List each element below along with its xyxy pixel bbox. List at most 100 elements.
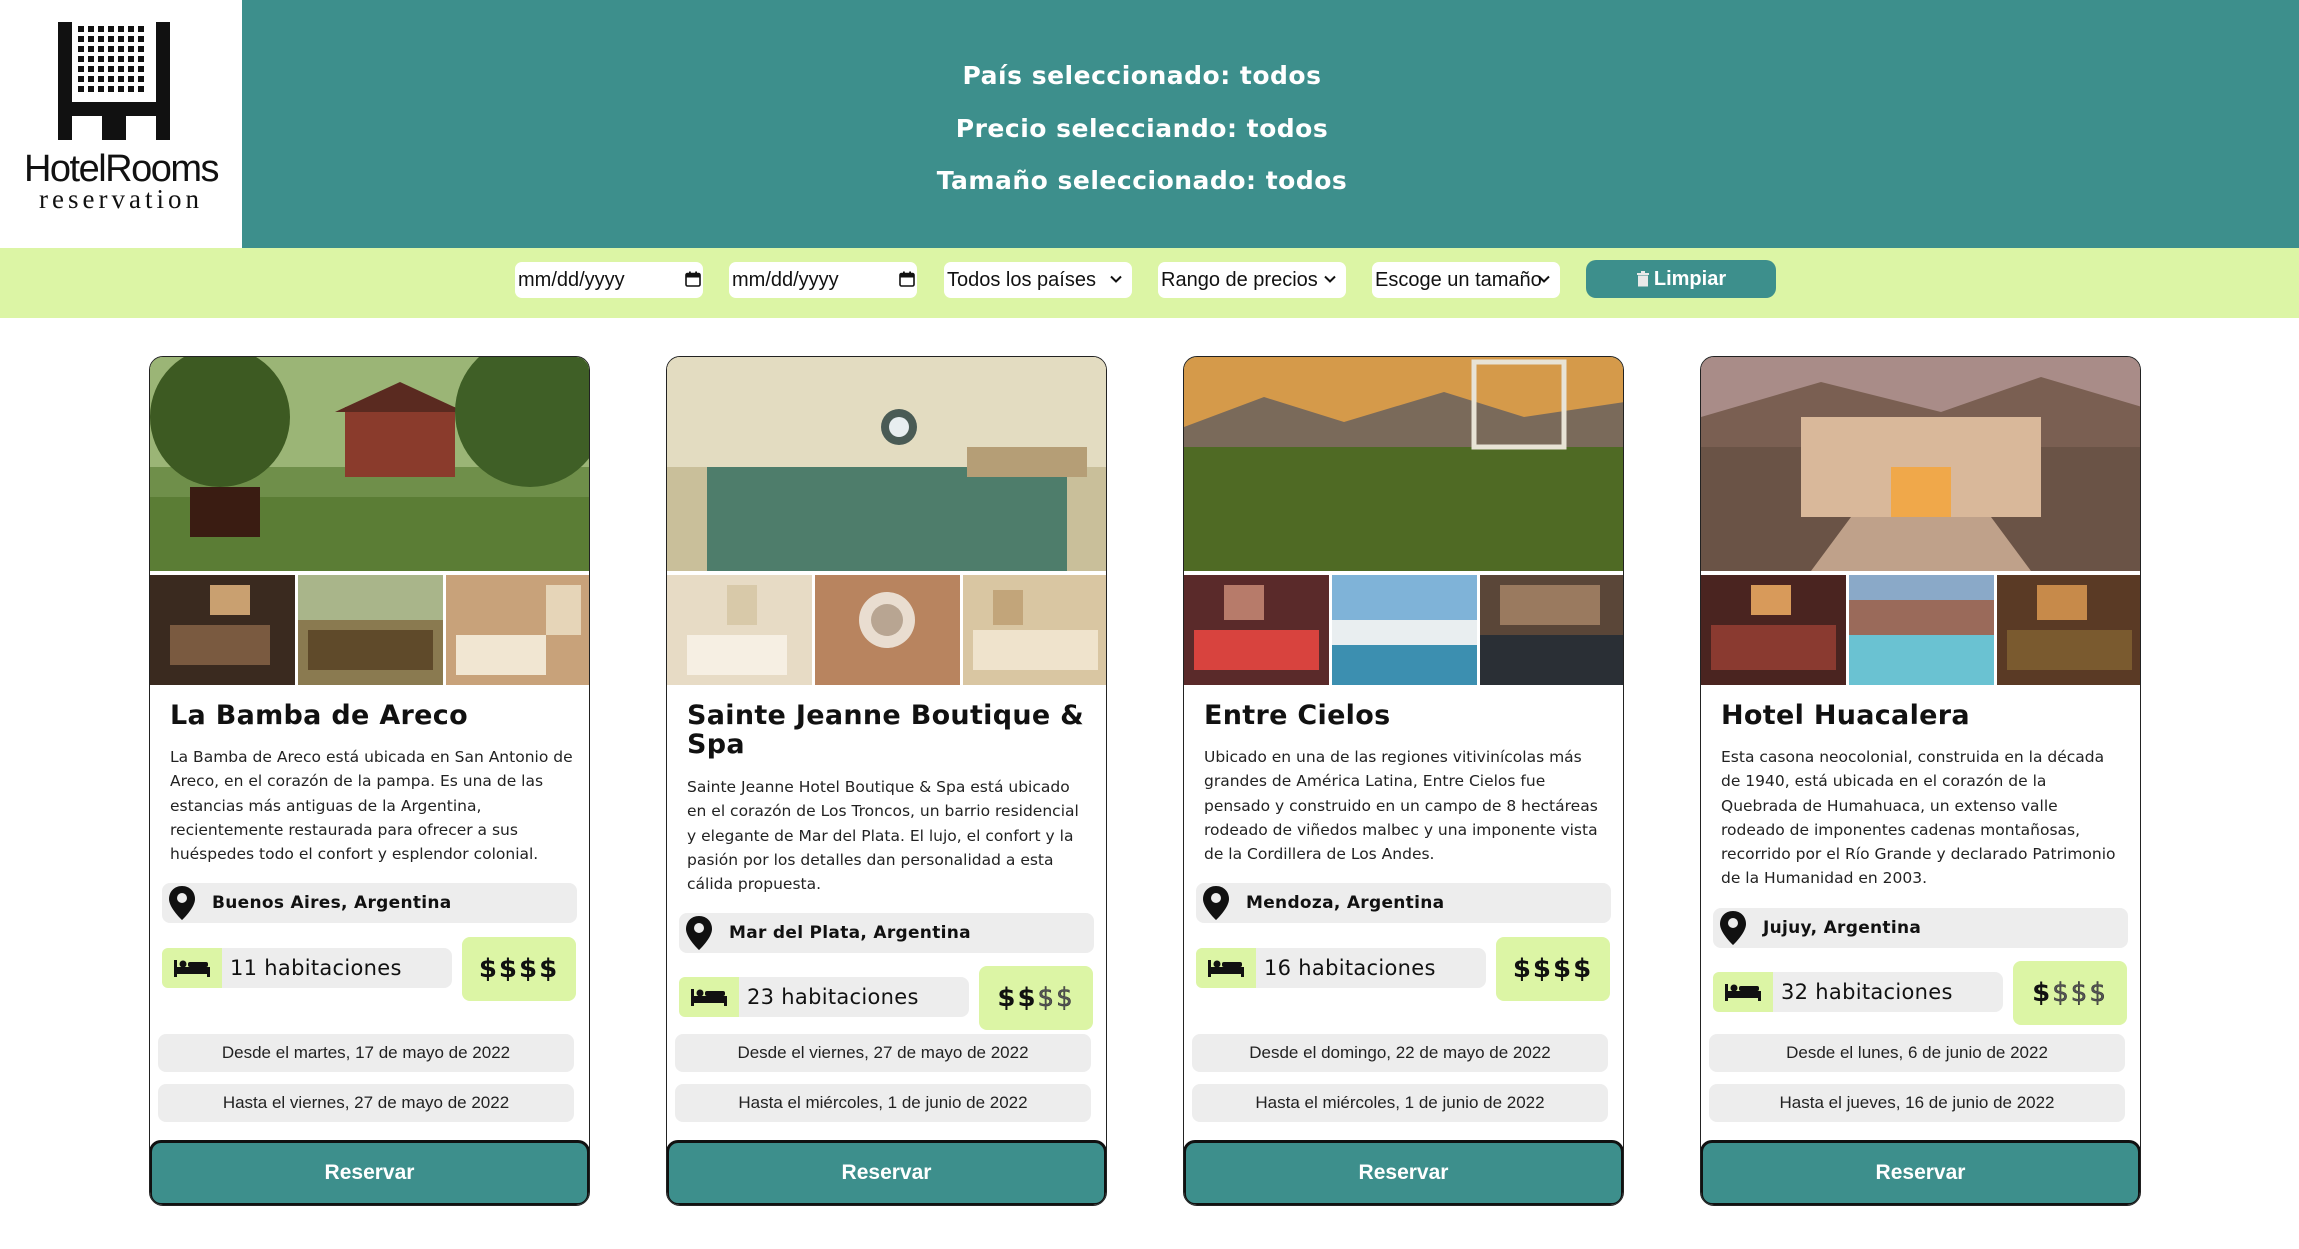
hotel-name: Hotel Huacalera [1721, 700, 1970, 731]
hotel-thumbnail[interactable] [667, 575, 812, 685]
hotel-thumbnail[interactable] [815, 575, 960, 685]
price-symbol-active: $ [1573, 954, 1594, 984]
hotel-thumbnail[interactable] [446, 575, 590, 685]
price-symbol-active: $ [498, 954, 519, 984]
date-to-placeholder: mm/dd/yyyy [732, 268, 839, 291]
bed-icon [679, 977, 739, 1017]
price-symbol-active: $ [539, 954, 560, 984]
rooms-count: 23 habitaciones [747, 985, 919, 1009]
calendar-icon[interactable] [685, 271, 701, 287]
price-symbol-active: $ [2032, 978, 2053, 1008]
hotel-thumbnail[interactable] [1480, 575, 1624, 685]
hotel-thumbnail[interactable] [1184, 575, 1329, 685]
location-text: Jujuy, Argentina [1763, 918, 1922, 938]
price-symbol-active: $ [1553, 954, 1574, 984]
header: HotelRooms reservation País seleccionado… [0, 0, 2299, 248]
filter-bar: mm/dd/yyyy mm/dd/yyyy Todos los países R… [0, 248, 2299, 318]
hotel-thumbnail[interactable] [1701, 575, 1846, 685]
chevron-down-icon [1324, 275, 1336, 283]
bed-icon [1713, 972, 1773, 1012]
logo[interactable]: HotelRooms reservation [0, 0, 242, 248]
location-pin-icon [686, 916, 712, 950]
date-to-text: Hasta el miércoles, 1 de junio de 2022 [675, 1084, 1091, 1122]
price-symbol-inactive: $ [2089, 978, 2108, 1009]
date-to-text: Hasta el viernes, 27 de mayo de 2022 [158, 1084, 574, 1122]
reserve-button[interactable]: Reservar [1184, 1140, 1623, 1205]
price-level: $ $ $ $ [462, 937, 576, 1001]
hotel-thumbnail[interactable] [150, 575, 295, 685]
selected-price-text: Precio selecciando: todos [955, 113, 1329, 143]
rooms-info: 16 habitaciones [1196, 948, 1486, 988]
hotel-thumbnail[interactable] [1332, 575, 1477, 685]
location-text: Buenos Aires, Argentina [212, 893, 452, 913]
date-from-text: Desde el viernes, 27 de mayo de 2022 [675, 1034, 1091, 1072]
location-pin-icon [1720, 911, 1746, 945]
selection-summary: País seleccionado: todos Precio seleccia… [242, 56, 2042, 214]
rooms-info: 23 habitaciones [679, 977, 969, 1017]
hotel-thumbnail[interactable] [1849, 575, 1994, 685]
selected-country-text: País seleccionado: todos [962, 61, 1322, 90]
location-pin-icon [169, 886, 195, 920]
hotel-description: Ubicado en una de las regiones vitiviníc… [1204, 748, 1598, 864]
location-text: Mar del Plata, Argentina [729, 923, 971, 943]
price-level: $ $ $ $ [2013, 961, 2127, 1025]
size-select[interactable]: Escoge un tamaño [1372, 262, 1560, 298]
price-symbol-inactive: $ [2052, 978, 2071, 1009]
country-select[interactable]: Todos los países [944, 262, 1132, 298]
reserve-button[interactable]: Reservar [667, 1140, 1106, 1205]
hotel-name: Sainte Jeanne Boutique & Spa [687, 700, 1085, 760]
hotel-description: Esta casona neocolonial, construida en l… [1721, 748, 2116, 888]
clear-filters-label: Limpiar [1653, 267, 1727, 290]
price-symbol-active: $ [997, 983, 1018, 1013]
selected-size-text: Tamaño seleccionado: todos [936, 166, 1348, 195]
date-to-input[interactable]: mm/dd/yyyy [729, 262, 917, 298]
reserve-button[interactable]: Reservar [150, 1140, 589, 1205]
price-select[interactable]: Rango de precios [1158, 262, 1346, 298]
hotel-main-photo[interactable] [1184, 357, 1624, 571]
chevron-down-icon [1538, 275, 1550, 283]
hotel-location: Mar del Plata, Argentina [679, 913, 1094, 953]
clear-filters-button[interactable]: Limpiar [1586, 260, 1776, 298]
chevron-down-icon [1110, 275, 1122, 283]
bed-icon [162, 948, 222, 988]
price-level: $ $ $ $ [1496, 937, 1610, 1001]
hotel-description: La Bamba de Areco está ubicada en San An… [170, 748, 573, 864]
logo-subtitle: reservation [39, 184, 203, 214]
date-to-text: Hasta el miércoles, 1 de junio de 2022 [1192, 1084, 1608, 1122]
rooms-count: 16 habitaciones [1264, 956, 1436, 980]
hotel-name: Entre Cielos [1204, 700, 1391, 731]
calendar-icon[interactable] [899, 271, 915, 287]
date-from-text: Desde el domingo, 22 de mayo de 2022 [1192, 1034, 1608, 1072]
hotel-location: Jujuy, Argentina [1713, 908, 2128, 948]
hotel-thumbnail[interactable] [298, 575, 443, 685]
hotel-main-photo[interactable] [150, 357, 590, 571]
date-from-input[interactable]: mm/dd/yyyy [515, 262, 703, 298]
rooms-info: 32 habitaciones [1713, 972, 2003, 1012]
reserve-button[interactable]: Reservar [1701, 1140, 2140, 1205]
price-level: $ $ $ $ [979, 966, 1093, 1030]
trash-icon [1636, 271, 1649, 287]
price-symbol-inactive: $ [2070, 978, 2090, 1009]
date-from-text: Desde el martes, 17 de mayo de 2022 [158, 1034, 574, 1072]
hotel-location: Buenos Aires, Argentina [162, 883, 577, 923]
price-symbol-active: $ [1512, 954, 1533, 984]
hotel-card: Entre Cielos Ubicado en una de las regio… [1183, 356, 1624, 1206]
rooms-count: 32 habitaciones [1781, 980, 1953, 1004]
hotel-main-photo[interactable] [1701, 357, 2141, 571]
hotel-description: Sainte Jeanne Hotel Boutique & Spa está … [687, 778, 1079, 894]
date-from-text: Desde el lunes, 6 de junio de 2022 [1709, 1034, 2125, 1072]
price-symbol-active: $ [519, 954, 540, 984]
hotel-thumbnail[interactable] [1997, 575, 2141, 685]
hotel-card: Sainte Jeanne Boutique & Spa Sainte Jean… [666, 356, 1107, 1206]
hotel-main-photo[interactable] [667, 357, 1107, 571]
date-to-text: Hasta el jueves, 16 de junio de 2022 [1709, 1084, 2125, 1122]
rooms-count: 11 habitaciones [230, 956, 402, 980]
bed-icon [1196, 948, 1256, 988]
hotel-thumbnail[interactable] [963, 575, 1107, 685]
rooms-info: 11 habitaciones [162, 948, 452, 988]
date-from-placeholder: mm/dd/yyyy [518, 268, 625, 291]
hotel-card: La Bamba de Areco La Bamba de Areco está… [149, 356, 590, 1206]
location-text: Mendoza, Argentina [1246, 893, 1445, 913]
country-select-value: Todos los países [947, 268, 1096, 291]
hotel-building-icon [58, 22, 170, 144]
